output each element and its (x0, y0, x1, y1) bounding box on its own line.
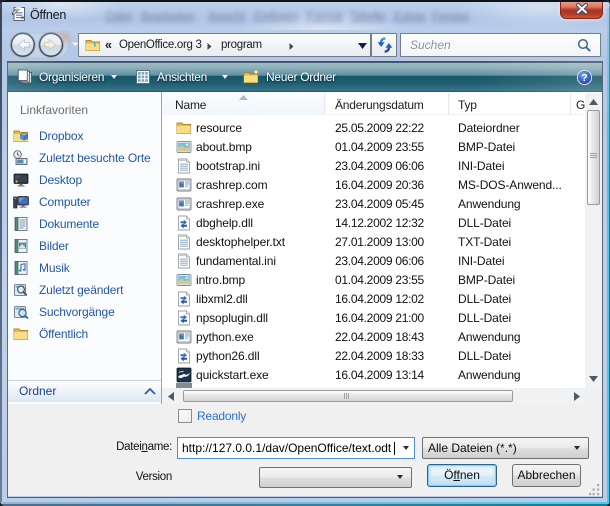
svg-text:?: ? (581, 72, 587, 84)
